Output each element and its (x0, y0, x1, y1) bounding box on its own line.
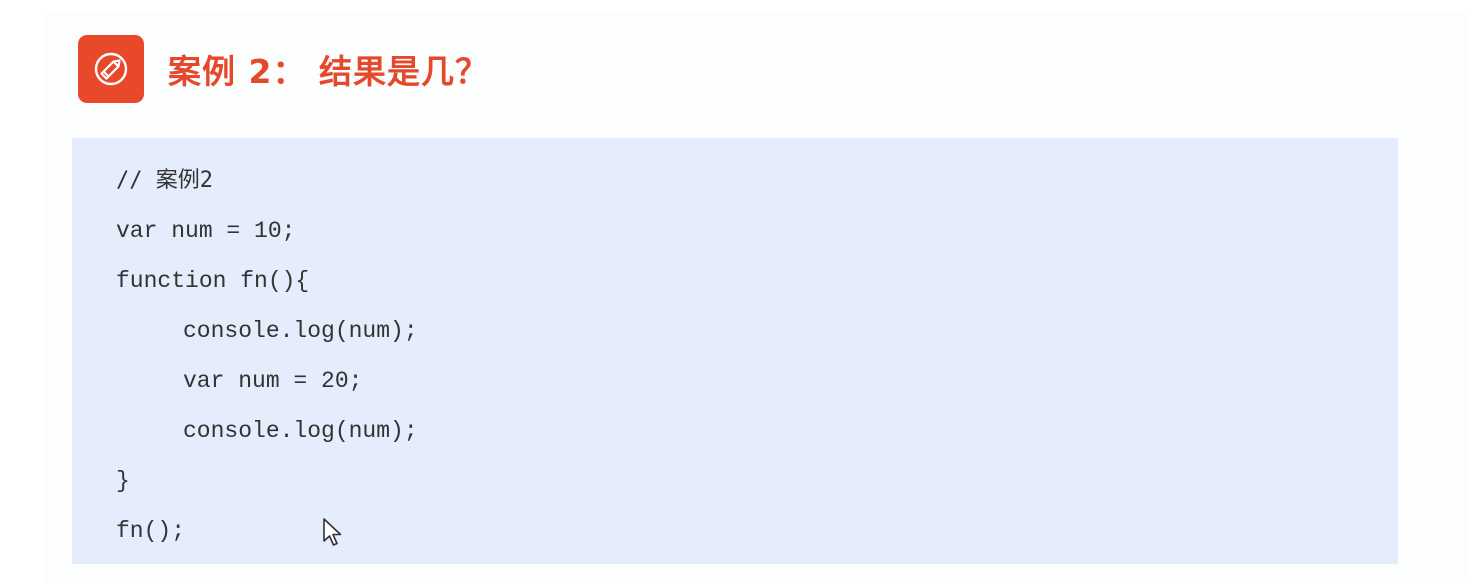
code-line-inner-var-declaration: var num = 20; (183, 368, 363, 394)
code-lines: // 案例2 var num = 10; function fn(){ cons… (116, 160, 418, 560)
pencil-icon (78, 35, 144, 103)
code-line-var-declaration: var num = 10; (116, 218, 296, 244)
code-line-closing-brace: } (116, 468, 130, 494)
page-title: 案例 2： 结果是几？ (168, 52, 489, 91)
code-line-console-log-second: console.log(num); (183, 418, 418, 444)
code-block: // 案例2 var num = 10; function fn(){ cons… (72, 138, 1398, 564)
code-line-function-call: fn(); (116, 518, 186, 544)
code-line-comment: // 案例2 (116, 168, 213, 193)
mouse-pointer-icon (323, 518, 342, 546)
code-line-console-log-first: console.log(num); (183, 318, 418, 344)
code-line-function-declaration: function fn(){ (116, 268, 310, 294)
slide-header: 案例 2： 结果是几？ (78, 34, 489, 104)
